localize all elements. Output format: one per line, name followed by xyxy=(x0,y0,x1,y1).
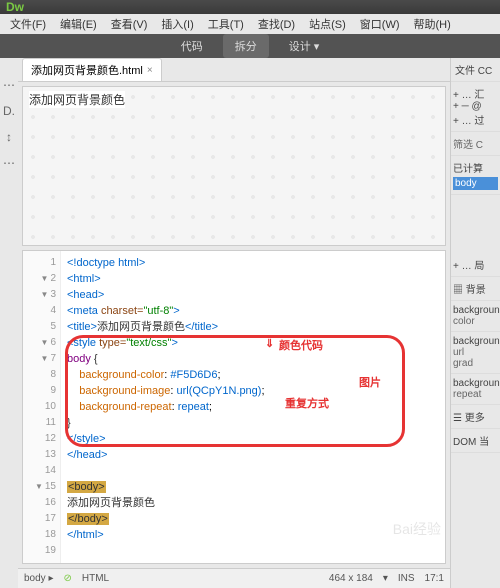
line-gutter: 1 ▼2 ▼3 4 5 ▼6 ▼7 8 9 10 11 12 13 14 ▼15… xyxy=(23,251,61,563)
center-area: 添加网页背景颜色.html × 添加网页背景颜色 1 ▼2 ▼3 4 5 ▼6 … xyxy=(18,58,450,588)
tool-icon[interactable]: ⋯ xyxy=(3,78,15,92)
menu-edit[interactable]: 编辑(E) xyxy=(54,14,103,34)
design-preview[interactable]: 添加网页背景颜色 xyxy=(22,86,446,246)
selector-body[interactable]: body xyxy=(453,177,498,190)
view-code[interactable]: 代码 xyxy=(169,34,215,58)
view-split[interactable]: 拆分 xyxy=(223,34,269,58)
css-filter[interactable]: 筛选 C xyxy=(451,132,500,156)
menu-site[interactable]: 站点(S) xyxy=(303,14,352,34)
status-pos: 17:1 xyxy=(425,573,444,584)
menu-insert[interactable]: 插入(I) xyxy=(155,14,199,34)
tool-icon[interactable]: ↕ xyxy=(6,130,12,144)
tab-cc[interactable]: CC xyxy=(478,66,492,77)
status-lang[interactable]: HTML xyxy=(82,573,109,584)
menu-tool[interactable]: 工具(T) xyxy=(202,14,250,34)
prop-bgimage[interactable]: backgroun url grad xyxy=(451,332,500,374)
statusbar: body ▸ ⊘ HTML 464 x 184 ▾ INS 17:1 xyxy=(18,568,450,588)
preview-bg xyxy=(23,87,445,245)
panel-dom[interactable]: DOM 当 xyxy=(451,429,500,453)
prop-bgrepeat[interactable]: backgroun repeat xyxy=(451,374,500,405)
bg-icon: ▦ xyxy=(453,285,463,296)
tab-label: 添加网页背景颜色.html xyxy=(31,62,143,78)
status-selmode[interactable]: ▾ xyxy=(383,573,388,584)
viewbar: 代码 拆分 设计 ▾ xyxy=(0,34,500,58)
css-bg-section: ▦ 背景 xyxy=(451,277,500,301)
view-design[interactable]: 设计 ▾ xyxy=(277,34,332,58)
code-editor[interactable]: 1 ▼2 ▼3 4 5 ▼6 ▼7 8 9 10 11 12 13 14 ▼15… xyxy=(22,250,446,564)
css-layout[interactable]: + … 局 xyxy=(451,253,500,277)
document-tabs: 添加网页背景颜色.html × xyxy=(18,58,450,82)
menu-file[interactable]: 文件(F) xyxy=(4,14,52,34)
menu-window[interactable]: 窗口(W) xyxy=(354,14,406,34)
menubar: 文件(F) 编辑(E) 查看(V) 插入(I) 工具(T) 查找(D) 站点(S… xyxy=(0,14,500,34)
panel-tabs: 文件 CC xyxy=(451,58,500,82)
status-ins[interactable]: INS xyxy=(398,573,415,584)
left-toolbar: ⋯ D. ↕ ⋯ xyxy=(0,58,18,588)
prop-more[interactable]: ☰ 更多 xyxy=(451,405,500,429)
status-play[interactable]: ⊘ xyxy=(63,573,71,584)
titlebar: Dw xyxy=(0,0,500,14)
code-body[interactable]: <!doctype html> <html> <head> <meta char… xyxy=(61,251,445,563)
prop-bgcolor[interactable]: backgroun color xyxy=(451,301,500,332)
close-icon[interactable]: × xyxy=(147,65,153,76)
css-sources: + … 汇 + ─ @ + … 过 xyxy=(451,82,500,132)
menu-help[interactable]: 帮助(H) xyxy=(408,14,457,34)
status-path[interactable]: body ▸ xyxy=(24,573,53,584)
tool-icon[interactable]: ⋯ xyxy=(3,156,15,170)
app-logo: Dw xyxy=(6,0,24,14)
tab-files[interactable]: 文件 xyxy=(455,66,475,77)
css-computed: 已计算 body xyxy=(451,156,500,195)
main: ⋯ D. ↕ ⋯ 添加网页背景颜色.html × 添加网页背景颜色 1 ▼2 xyxy=(0,58,500,588)
tool-icon[interactable]: D. xyxy=(3,104,15,118)
menu-view[interactable]: 查看(V) xyxy=(105,14,154,34)
menu-find[interactable]: 查找(D) xyxy=(252,14,301,34)
preview-title: 添加网页背景颜色 xyxy=(29,91,125,108)
document-tab[interactable]: 添加网页背景颜色.html × xyxy=(22,58,162,81)
right-panel: 文件 CC + … 汇 + ─ @ + … 过 筛选 C 已计算 body + … xyxy=(450,58,500,588)
app-window: Dw 文件(F) 编辑(E) 查看(V) 插入(I) 工具(T) 查找(D) 站… xyxy=(0,0,500,573)
status-dim[interactable]: 464 x 184 xyxy=(329,573,373,584)
